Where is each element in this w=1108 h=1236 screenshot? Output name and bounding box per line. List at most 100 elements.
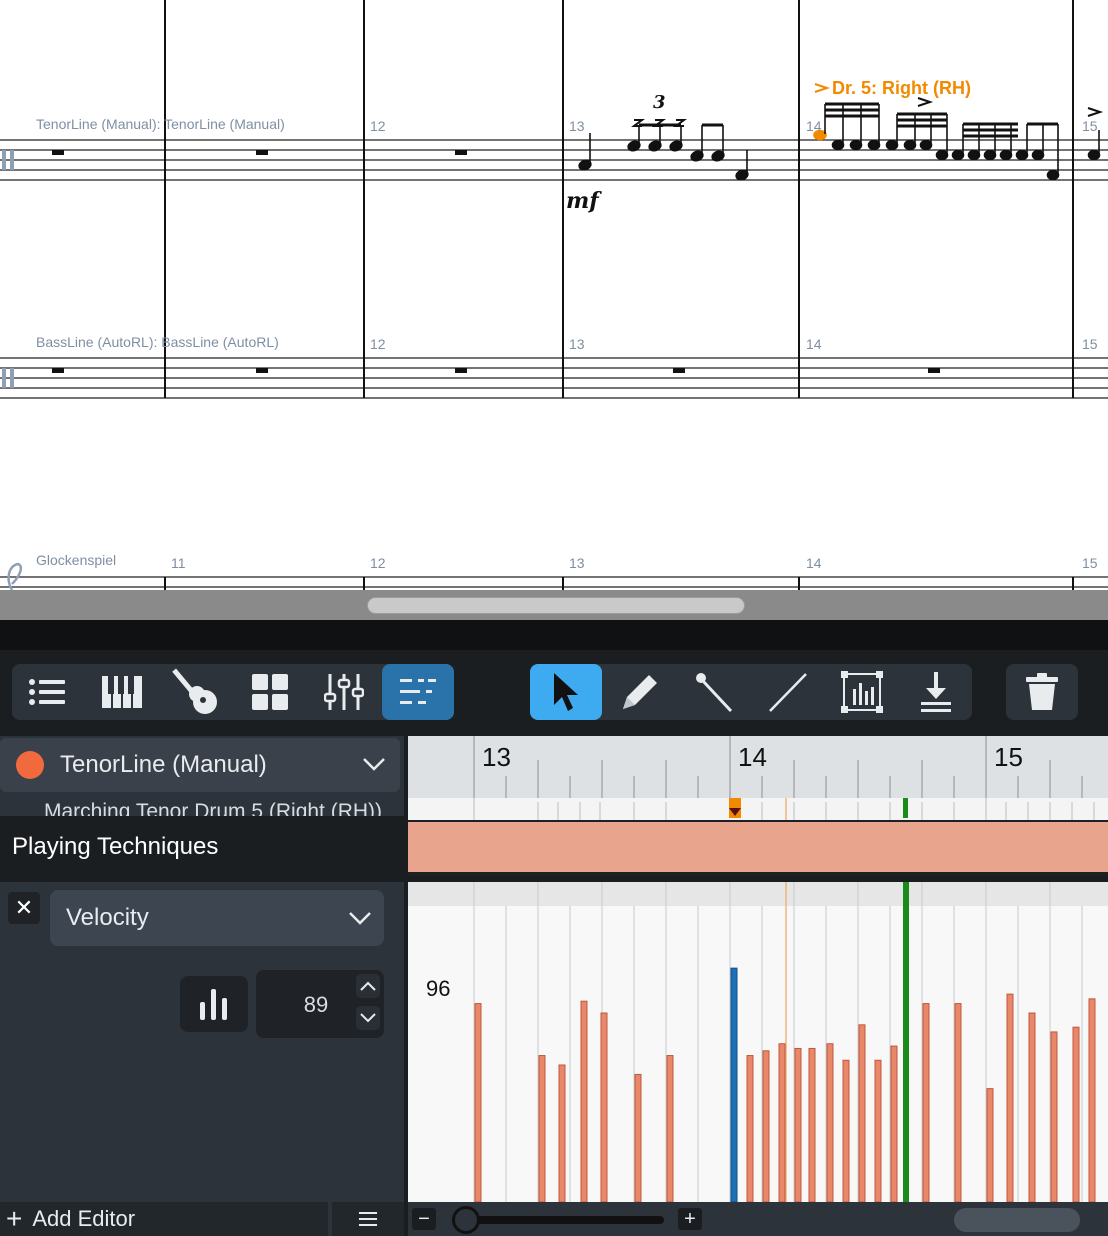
piano-keys-icon[interactable]: [86, 664, 158, 720]
velocity-bar[interactable]: [666, 1055, 674, 1202]
velocity-bar[interactable]: [1088, 998, 1096, 1202]
velocity-bar[interactable]: [954, 1003, 962, 1202]
grid-icon[interactable]: [234, 664, 306, 720]
editor-scrollbar-thumb[interactable]: [954, 1208, 1080, 1232]
add-editor-label: Add Editor: [32, 1206, 136, 1231]
bar-number: 15: [1082, 118, 1098, 134]
velocity-value[interactable]: 89: [286, 992, 346, 1018]
key-editor[interactable]: 13 14 15 96: [408, 736, 1108, 1202]
list-icon[interactable]: [12, 664, 84, 720]
velocity-bar[interactable]: [922, 1003, 930, 1202]
pencil-icon[interactable]: [604, 664, 676, 720]
tuplet-number: 3: [653, 92, 666, 113]
dynamic-marking[interactable]: mf: [566, 188, 599, 214]
zoom-slider-track[interactable]: [452, 1216, 664, 1224]
chevron-up-icon[interactable]: [356, 974, 380, 998]
velocity-bar[interactable]: [558, 1064, 566, 1202]
bar-number: 12: [370, 336, 386, 352]
velocity-bar[interactable]: [858, 1024, 866, 1202]
velocity-bar[interactable]: [808, 1047, 816, 1202]
app-window: TenorLine (Manual): TenorLine (Manual) 1…: [0, 0, 1108, 1236]
glockenspiel-staff: [0, 576, 1108, 588]
bar-number: 13: [569, 555, 585, 571]
velocity-bar[interactable]: [874, 1059, 882, 1202]
key-editor-icon[interactable]: [382, 664, 454, 720]
velocity-bar[interactable]: [762, 1050, 770, 1202]
velocity-bar[interactable]: [746, 1055, 754, 1202]
bar-number: 12: [370, 555, 386, 571]
velocity-bar[interactable]: [634, 1073, 642, 1202]
editor-footer: − +: [408, 1202, 1108, 1236]
ruler-bar-number: 15: [994, 742, 1023, 772]
chevron-down-icon[interactable]: [356, 1006, 380, 1030]
trash-icon[interactable]: [1006, 664, 1078, 720]
velocity-bar[interactable]: [1028, 1012, 1036, 1202]
velocity-lane[interactable]: 96: [408, 882, 1108, 1202]
velocity-bar[interactable]: [778, 1043, 786, 1202]
bar13-notes: [578, 119, 749, 181]
bar-number: 14: [806, 555, 822, 571]
playing-technique-text[interactable]: Dr. 5: Right (RH): [832, 78, 971, 99]
velocity-bar[interactable]: [474, 1003, 482, 1202]
score-view[interactable]: TenorLine (Manual): TenorLine (Manual) 1…: [0, 0, 1108, 590]
score-horizontal-scrollbar[interactable]: [0, 590, 1108, 620]
import-icon[interactable]: [900, 664, 972, 720]
instrument-name: TenorLine (Manual): [60, 751, 267, 778]
velocity-bar[interactable]: [538, 1055, 546, 1202]
arrow-icon[interactable]: [530, 664, 602, 720]
staff-label-tenorline: TenorLine (Manual): TenorLine (Manual): [36, 116, 285, 132]
inspector-footer: + Add Editor: [0, 1202, 404, 1236]
velocity-bar[interactable]: [842, 1059, 850, 1202]
bar-number: 14: [806, 336, 822, 352]
velocity-bar[interactable]: [1072, 1026, 1080, 1202]
subitem-label: Marching Tenor Drum 5 (Right (RH)): [44, 800, 383, 816]
close-icon[interactable]: ✕: [8, 892, 40, 924]
zoom-out-button[interactable]: −: [412, 1208, 436, 1230]
transform-icon[interactable]: [826, 664, 898, 720]
velocity-value-field[interactable]: 89: [256, 970, 384, 1038]
playing-techniques-lane[interactable]: [408, 822, 1108, 872]
velocity-bars-icon[interactable]: [180, 976, 248, 1032]
editor-type-dropdown[interactable]: Velocity: [50, 890, 384, 946]
zoom-in-button[interactable]: +: [678, 1208, 702, 1230]
velocity-bar[interactable]: [794, 1047, 802, 1202]
staff-label-bassline: BassLine (AutoRL): BassLine (AutoRL): [36, 334, 279, 350]
add-editor-button[interactable]: + Add Editor: [0, 1202, 328, 1236]
ruler-bar-number: 14: [738, 742, 767, 772]
velocity-bar[interactable]: [826, 1043, 834, 1202]
bar-number: 15: [1082, 336, 1098, 352]
playhead[interactable]: [903, 882, 909, 1202]
timeline-ruler[interactable]: 13 14 15: [408, 736, 1108, 798]
velocity-bar[interactable]: [1050, 1031, 1058, 1202]
mixer-icon[interactable]: [308, 664, 380, 720]
lower-zone-toolbar: [0, 650, 1108, 736]
velocity-bar-selected[interactable]: [730, 967, 738, 1202]
editor-type-label: Velocity: [66, 904, 149, 931]
playhead-marker[interactable]: [903, 798, 908, 818]
velocity-bar[interactable]: [600, 1012, 608, 1202]
velocity-bars-chart[interactable]: [408, 882, 1108, 1202]
bassline-staff: [0, 357, 1108, 399]
scrollbar-thumb[interactable]: [367, 597, 745, 614]
guitar-icon[interactable]: [160, 664, 232, 720]
velocity-bar[interactable]: [580, 1000, 588, 1202]
percussion-clef-icon: [2, 150, 14, 388]
velocity-max-label: 96: [426, 976, 451, 1001]
line-icon[interactable]: [752, 664, 824, 720]
mallet-icon[interactable]: [678, 664, 750, 720]
playing-techniques-lane-header[interactable]: Playing Techniques: [0, 816, 404, 882]
velocity-bar[interactable]: [890, 1045, 898, 1202]
note-position-strip[interactable]: [408, 798, 1108, 820]
playing-techniques-label: Playing Techniques: [12, 833, 219, 860]
playing-technique-subitem[interactable]: Marching Tenor Drum 5 (Right (RH)): [0, 798, 404, 816]
panel-splitter[interactable]: [0, 620, 1108, 650]
note-position-ticks: [473, 798, 1095, 820]
instrument-selector[interactable]: TenorLine (Manual): [0, 738, 400, 792]
ruler-bar-number: 13: [482, 742, 511, 772]
velocity-bar[interactable]: [986, 1088, 994, 1202]
staff-label-glockenspiel: Glockenspiel: [36, 552, 117, 568]
velocity-bar[interactable]: [1006, 993, 1014, 1202]
menu-icon[interactable]: [332, 1202, 404, 1236]
bar-number: 11: [171, 555, 186, 571]
zoom-slider-thumb[interactable]: [452, 1206, 480, 1234]
